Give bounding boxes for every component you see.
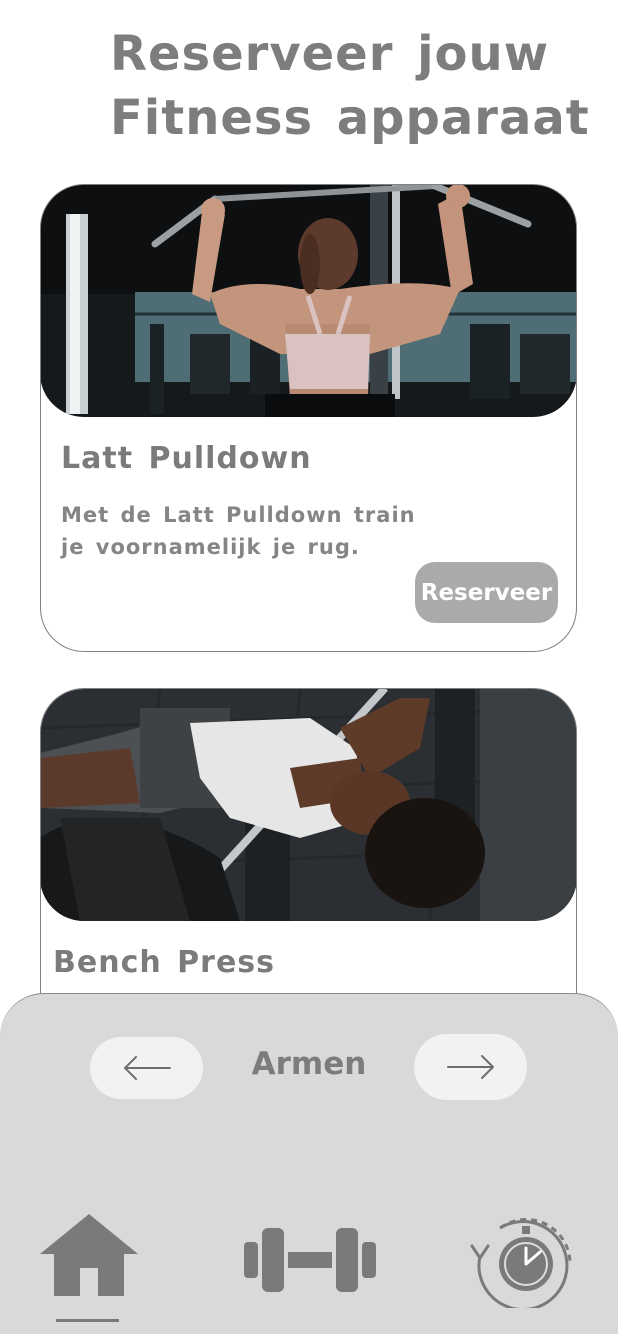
reserve-button[interactable]: Reserveer [415,562,558,623]
dumbbell-icon [244,1228,376,1292]
tab-home[interactable] [38,1212,140,1296]
page-title: Reserveer jouw Fitness apparaat [110,22,590,150]
arrow-right-icon [446,1055,494,1079]
active-tab-indicator [56,1319,119,1322]
previous-category-button[interactable] [90,1037,203,1099]
current-category: Armen [251,1046,367,1082]
equipment-card-latt-pulldown[interactable]: Latt Pulldown Met de Latt Pulldown train… [40,184,577,652]
history-clock-icon [470,1217,572,1308]
bench-press-photo [41,689,576,921]
arrow-left-icon [123,1056,171,1080]
bottom-panel: Armen [0,993,618,1334]
page-title-line-2: Fitness apparaat [110,90,590,146]
next-category-button[interactable] [414,1034,527,1100]
page-title-line-1: Reserveer jouw [110,26,550,82]
card-title: Bench Press [53,945,275,980]
latt-pulldown-photo [41,185,576,417]
tab-equipment[interactable] [244,1228,376,1292]
card-description: Met de Latt Pulldown train je voornameli… [61,503,416,559]
tab-history[interactable] [470,1216,576,1308]
home-icon [40,1214,138,1296]
card-title: Latt Pulldown [61,441,312,476]
